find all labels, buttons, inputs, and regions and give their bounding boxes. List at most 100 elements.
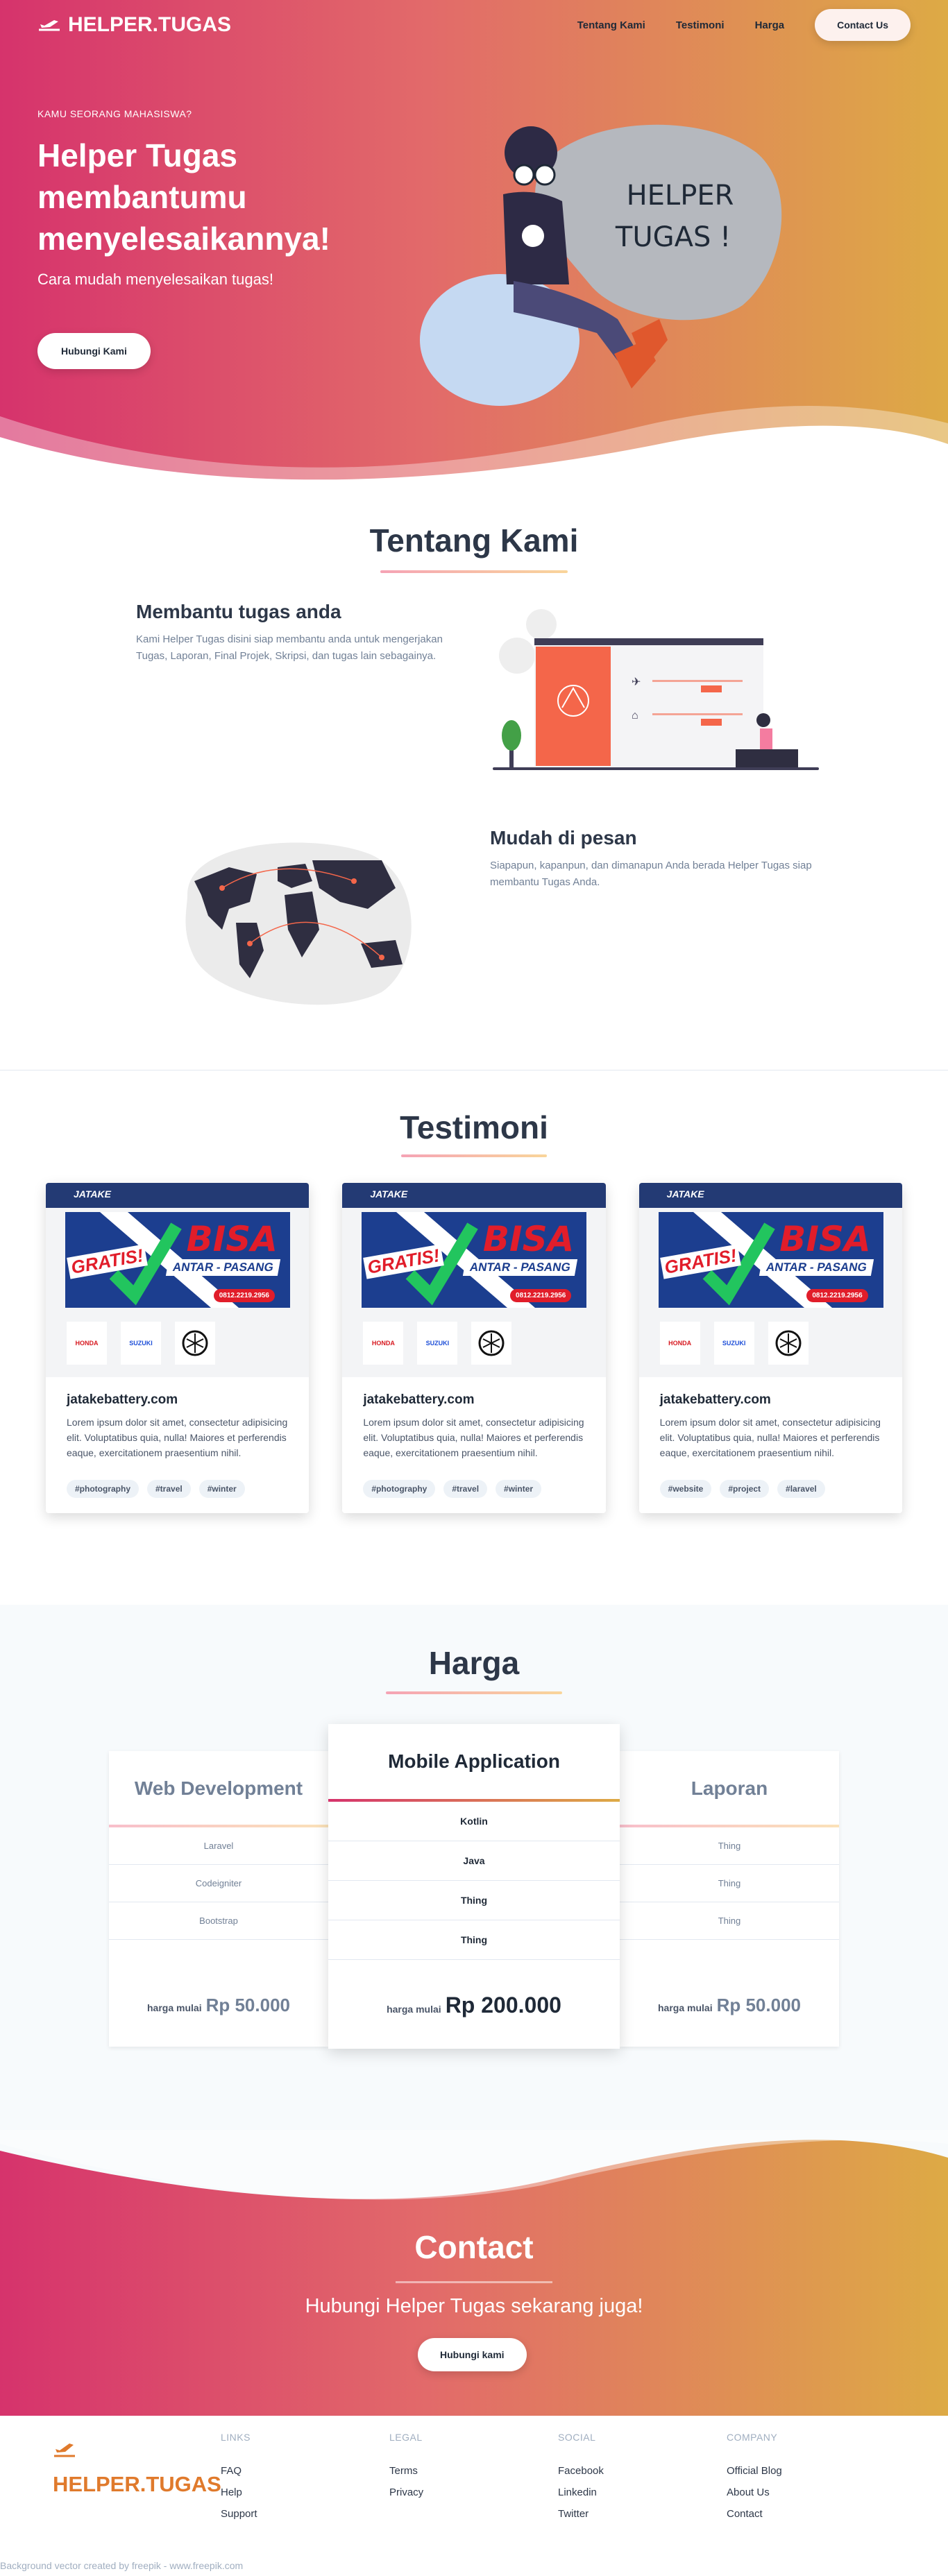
plan-feature: Thing — [620, 1865, 839, 1902]
website-illustration: ✈ ⌂ — [493, 609, 819, 770]
feature-2: Mudah di pesan Siapapun, kapanpun, dan d… — [490, 827, 851, 891]
plane-icon — [54, 2443, 75, 2457]
feature-1: Membantu tugas anda Kami Helper Tugas di… — [136, 601, 455, 665]
plan-feature: Thing — [328, 1920, 620, 1960]
harga-title: Harga — [428, 1645, 520, 1681]
footer-col-legal: LEGAL Terms Privacy — [389, 2432, 528, 2498]
harga-underline — [386, 1691, 562, 1694]
feature-2-title: Mudah di pesan — [490, 827, 637, 848]
footer-link-terms[interactable]: Terms — [389, 2465, 528, 2477]
top-nav: HELPER.TUGAS Tentang Kami Testimoni Harg… — [0, 0, 948, 50]
price-prefix: harga mulai — [147, 2002, 202, 2013]
feature-1-text: Kami Helper Tugas disini siap membantu a… — [136, 633, 443, 662]
hero-subtitle: Cara mudah menyelesaikan tugas! — [37, 271, 273, 288]
footer-brand-name: HELPER.TUGAS — [53, 2472, 221, 2496]
section-divider — [0, 1070, 948, 1071]
testimonial-card[interactable]: JATAKE BISA ANTAR - PASANG GRATIS! 0812.… — [46, 1183, 310, 1513]
footer-link-linkedin[interactable]: Linkedin — [558, 2487, 697, 2498]
footer-heading: SOCIAL — [558, 2432, 596, 2443]
footer-link-privacy[interactable]: Privacy — [389, 2487, 528, 2498]
nav-testimoni[interactable]: Testimoni — [676, 19, 725, 31]
nav-harga[interactable]: Harga — [755, 19, 785, 31]
plan-feature: Thing — [620, 1902, 839, 1940]
svg-text:TUGAS !: TUGAS ! — [615, 221, 731, 253]
plan-feature: Bootstrap — [109, 1902, 328, 1940]
price-prefix: harga mulai — [658, 2002, 713, 2013]
plan-price: Rp 200.000 — [445, 1993, 561, 2018]
footer-link-contact[interactable]: Contact — [727, 2508, 865, 2520]
plan-name: Web Development — [134, 1777, 303, 1799]
pricing-card-laporan[interactable]: Laporan Thing Thing Thing harga mulai Rp … — [620, 1751, 839, 2047]
tag[interactable]: #laravel — [777, 1480, 825, 1498]
pricing-card-web[interactable]: Web Development Laravel Codeigniter Boot… — [109, 1751, 328, 2047]
plan-price: Rp 50.000 — [205, 1995, 290, 2015]
tag[interactable]: #winter — [198, 1480, 245, 1498]
plan-price: Rp 50.000 — [716, 1995, 801, 2015]
testimoni-underline — [401, 1154, 547, 1157]
testimonial-cards: JATAKE BISA ANTAR - PASANG GRATIS! 0812.… — [46, 1183, 902, 1513]
feature-1-title: Membantu tugas anda — [136, 601, 341, 622]
footer-link-twitter[interactable]: Twitter — [558, 2508, 697, 2520]
hero-section: KAMU SEORANG MAHASISWA? Helper Tugas mem… — [0, 0, 948, 486]
footer-brand[interactable]: HELPER.TUGAS — [53, 2441, 221, 2497]
card-text: Lorem ipsum dolor sit amet, consectetur … — [659, 1417, 881, 1458]
plane-icon — [39, 20, 60, 31]
website-screenshot: JATAKE BISA ANTAR - PASANG GRATIS! 0812.… — [638, 1183, 902, 1377]
nav-tentang-kami[interactable]: Tentang Kami — [577, 19, 645, 31]
hero-illustration: HELPER TUGAS ! — [420, 124, 782, 406]
pricing-card-mobile[interactable]: Mobile Application Kotlin Java Thing Thi… — [328, 1724, 620, 2049]
testimonial-card[interactable]: JATAKE BISA ANTAR - PASANG GRATIS! 0812.… — [342, 1183, 606, 1513]
card-text: Lorem ipsum dolor sit amet, consectetur … — [67, 1417, 288, 1458]
plan-name: Mobile Application — [388, 1750, 560, 1772]
plan-feature: Codeigniter — [109, 1865, 328, 1902]
hero-title: Helper Tugas membantumu menyelesaikannya… — [37, 137, 330, 257]
tag[interactable]: #photography — [67, 1480, 139, 1498]
tag[interactable]: #project — [720, 1480, 770, 1498]
tag[interactable]: #travel — [443, 1480, 488, 1498]
footer-link-about-us[interactable]: About Us — [727, 2487, 865, 2498]
footer-heading: LINKS — [221, 2432, 251, 2443]
hubungi-kami-button[interactable]: Hubungi Kami — [37, 333, 151, 369]
tentang-kami-underline — [380, 570, 568, 573]
footer-col-links: LINKS FAQ Help Support — [221, 2432, 359, 2520]
tag[interactable]: #website — [659, 1480, 712, 1498]
website-screenshot: JATAKE BISA ANTAR - PASANG GRATIS! 0812.… — [46, 1183, 310, 1377]
footer-col-social: SOCIAL Facebook Linkedin Twitter — [558, 2432, 697, 2520]
contact-wave — [0, 2116, 948, 2200]
svg-text:⌂: ⌂ — [632, 710, 638, 722]
hubungi-kami-contact-button[interactable]: Hubungi kami — [418, 2338, 527, 2371]
footer-link-support[interactable]: Support — [221, 2508, 359, 2520]
footer-link-facebook[interactable]: Facebook — [558, 2465, 697, 2477]
plan-name: Laporan — [691, 1777, 768, 1799]
tag[interactable]: #travel — [147, 1480, 191, 1498]
footer-link-official-blog[interactable]: Official Blog — [727, 2465, 865, 2477]
card-title: jatakebattery.com — [67, 1392, 178, 1407]
price-prefix: harga mulai — [387, 2004, 441, 2015]
card-title: jatakebattery.com — [659, 1392, 771, 1407]
plan-feature: Java — [328, 1841, 620, 1881]
card-title: jatakebattery.com — [363, 1392, 475, 1407]
testimoni-title: Testimoni — [400, 1109, 548, 1145]
contact-us-button[interactable]: Contact Us — [815, 9, 911, 41]
website-screenshot: JATAKE BISA ANTAR - PASANG GRATIS! 0812.… — [342, 1183, 606, 1377]
contact-underline — [396, 2281, 552, 2283]
footer-link-help[interactable]: Help — [221, 2487, 359, 2498]
contact-subtitle: Hubungi Helper Tugas sekarang juga! — [305, 2295, 643, 2317]
plan-feature: Kotlin — [328, 1802, 620, 1841]
brand-name: HELPER.TUGAS — [68, 13, 232, 36]
svg-text:HELPER: HELPER — [627, 180, 734, 212]
footer-heading: COMPANY — [727, 2432, 778, 2443]
hero-eyebrow: KAMU SEORANG MAHASISWA? — [37, 108, 192, 119]
card-text: Lorem ipsum dolor sit amet, consectetur … — [363, 1417, 584, 1458]
brand[interactable]: HELPER.TUGAS — [37, 13, 231, 37]
world-map-illustration — [185, 842, 412, 1005]
feature-2-text: Siapapun, kapanpun, dan dimanapun Anda b… — [490, 860, 812, 888]
svg-text:✈: ✈ — [632, 676, 641, 688]
plan-feature: Thing — [620, 1827, 839, 1865]
tag[interactable]: #photography — [363, 1480, 436, 1498]
testimonial-card[interactable]: JATAKE BISA ANTAR - PASANG GRATIS! 0812.… — [638, 1183, 902, 1513]
background-credit[interactable]: Background vector created by freepik - w… — [0, 2560, 243, 2571]
footer-link-faq[interactable]: FAQ — [221, 2465, 359, 2477]
tag[interactable]: #winter — [496, 1480, 542, 1498]
footer-col-company: COMPANY Official Blog About Us Contact — [727, 2432, 865, 2520]
